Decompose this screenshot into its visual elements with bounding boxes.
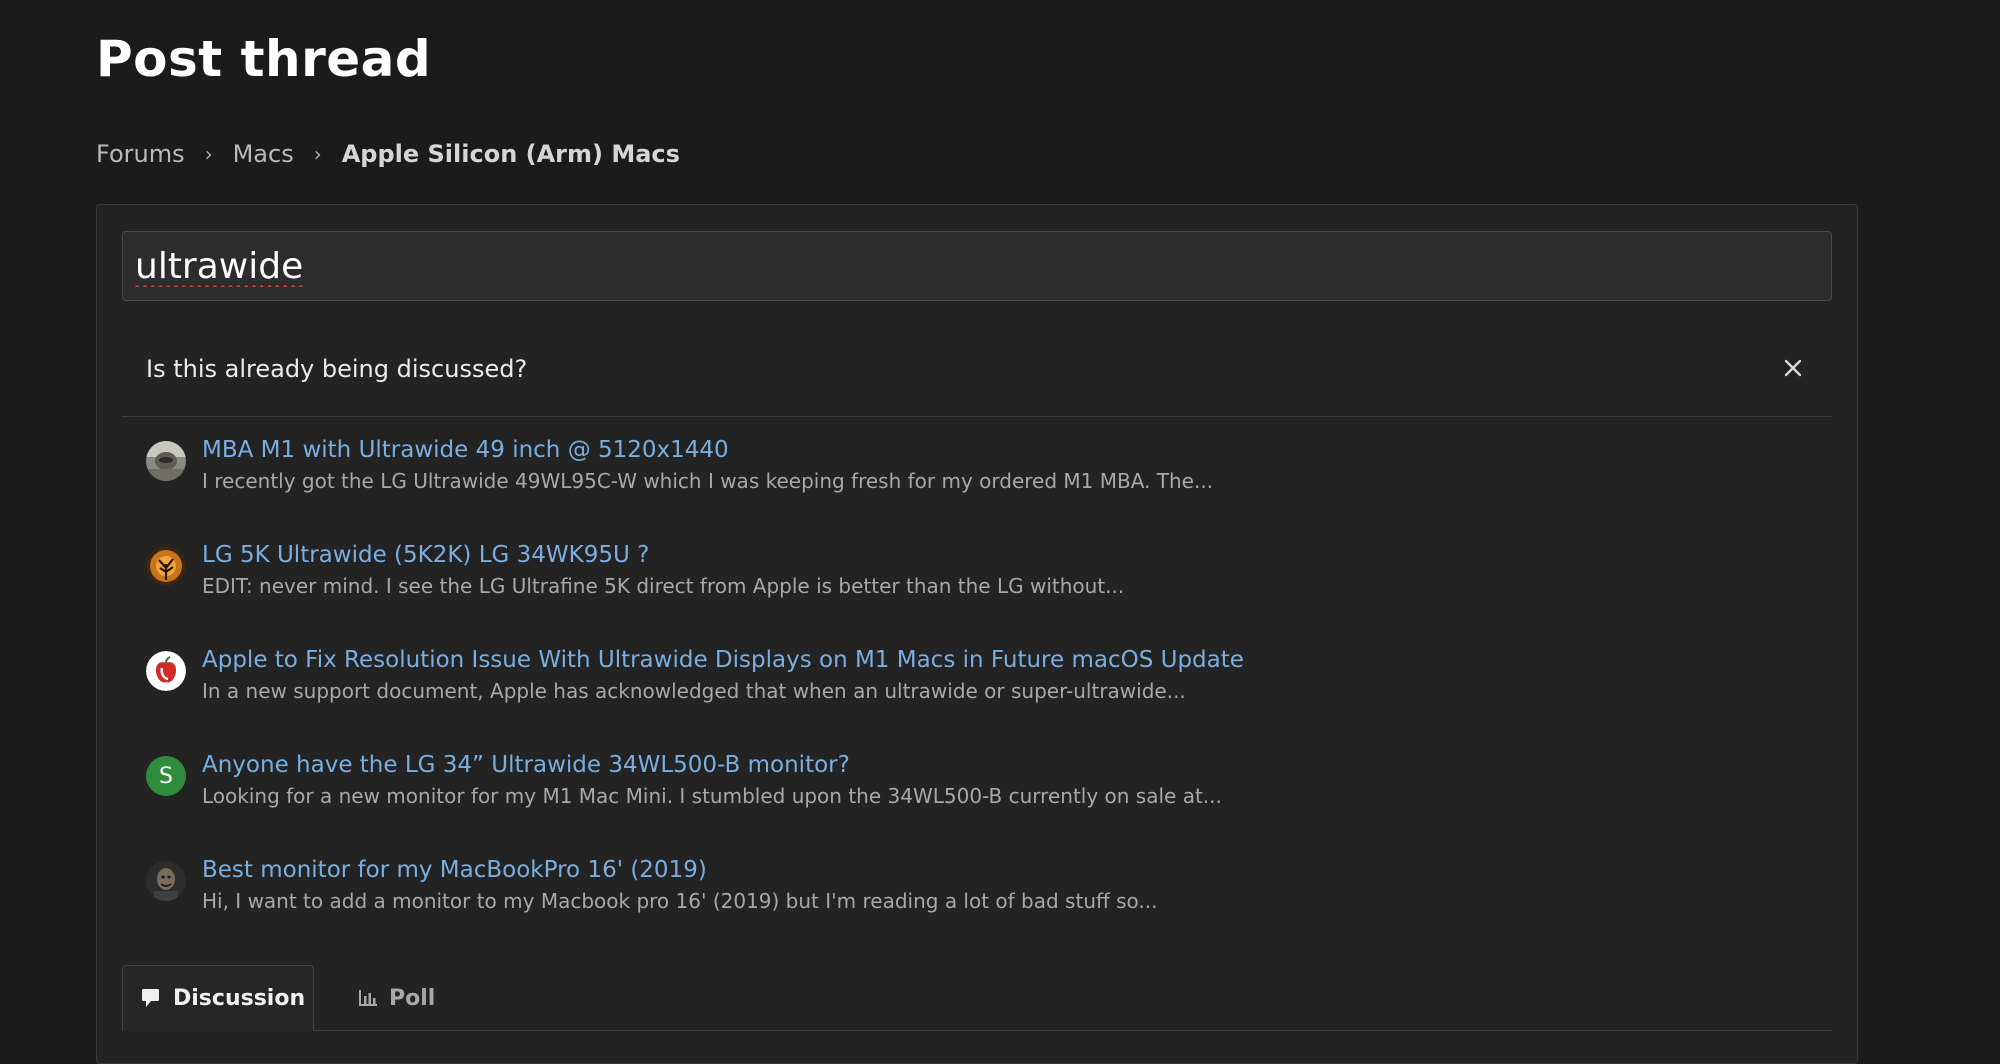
similar-thread-item[interactable]: S Anyone have the LG 34” Ultrawide 34WL5… (122, 746, 1832, 851)
similar-thread-item[interactable]: LG 5K Ultrawide (5K2K) LG 34WK95U ? EDIT… (122, 536, 1832, 641)
chevron-right-icon: › (313, 142, 322, 166)
similar-thread-item[interactable]: Apple to Fix Resolution Issue With Ultra… (122, 641, 1832, 746)
similar-thread-snippet: In a new support document, Apple has ack… (202, 679, 1186, 703)
user-avatar[interactable] (146, 546, 186, 586)
similar-thread-title[interactable]: Anyone have the LG 34” Ultrawide 34WL500… (202, 752, 850, 778)
similar-threads-list: MBA M1 with Ultrawide 49 inch @ 5120x144… (122, 431, 1832, 956)
similar-thread-snippet: EDIT: never mind. I see the LG Ultrafine… (202, 574, 1125, 598)
post-thread-panel: Is this already being discussed? MBA M1 … (96, 204, 1858, 1064)
similar-thread-snippet: I recently got the LG Ultrawide 49WL95C-… (202, 469, 1214, 493)
user-avatar[interactable] (146, 441, 186, 481)
similar-thread-title[interactable]: Apple to Fix Resolution Issue With Ultra… (202, 647, 1244, 673)
breadcrumb: Forums › Macs › Apple Silicon (Arm) Macs (96, 140, 680, 168)
similar-thread-title[interactable]: LG 5K Ultrawide (5K2K) LG 34WK95U ? (202, 542, 649, 568)
tab-poll[interactable]: Poll (357, 965, 435, 1031)
breadcrumb-forums[interactable]: Forums (96, 140, 185, 168)
similar-thread-item[interactable]: MBA M1 with Ultrawide 49 inch @ 5120x144… (122, 431, 1832, 536)
user-avatar[interactable] (146, 861, 186, 901)
page-title: Post thread (96, 30, 432, 88)
similar-thread-item[interactable]: Best monitor for my MacBookPro 16' (2019… (122, 851, 1832, 956)
apple-logo-avatar[interactable] (146, 651, 186, 691)
similar-thread-snippet: Looking for a new monitor for my M1 Mac … (202, 784, 1222, 808)
bar-chart-icon (359, 990, 377, 1006)
similar-thread-title[interactable]: Best monitor for my MacBookPro 16' (2019… (202, 857, 707, 883)
breadcrumb-macs[interactable]: Macs (233, 140, 294, 168)
similar-threads-header: Is this already being discussed? (122, 323, 1832, 417)
thread-type-tabs: Discussion Poll (122, 965, 1832, 1031)
tab-poll-label: Poll (389, 985, 436, 1011)
similar-thread-title[interactable]: MBA M1 with Ultrawide 49 inch @ 5120x144… (202, 437, 729, 463)
tab-discussion-label: Discussion (173, 985, 306, 1011)
close-icon[interactable] (1778, 353, 1808, 383)
breadcrumb-apple-silicon-macs[interactable]: Apple Silicon (Arm) Macs (342, 140, 680, 168)
letter-avatar[interactable]: S (146, 756, 186, 796)
similar-thread-snippet: Hi, I want to add a monitor to my Macboo… (202, 889, 1158, 913)
chevron-right-icon: › (204, 142, 213, 166)
speech-bubble-icon (142, 989, 159, 1007)
tab-discussion[interactable]: Discussion (122, 965, 314, 1031)
thread-title-input[interactable] (122, 231, 1832, 301)
similar-threads-question: Is this already being discussed? (146, 355, 528, 383)
